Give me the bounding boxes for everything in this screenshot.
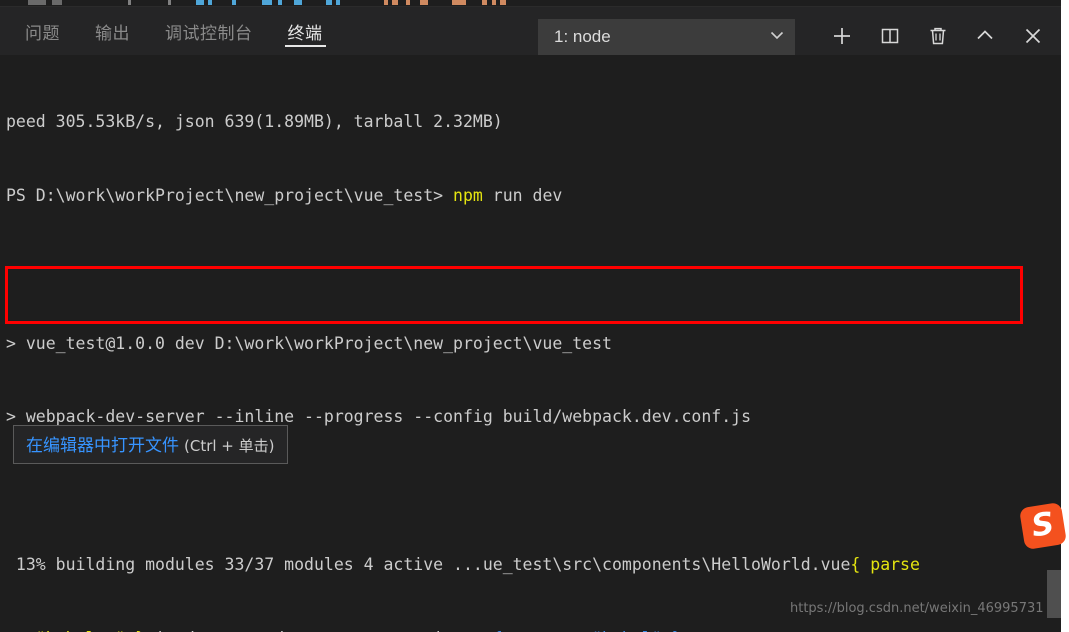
panel-tabs: 问题 输出 调试控制台 终端 — [0, 7, 347, 56]
terminal-line: 13% building modules 33/37 modules 4 act… — [6, 553, 1061, 578]
terminal-command-args: run dev — [482, 185, 563, 205]
close-icon — [1022, 25, 1044, 47]
tab-terminal-label: 终端 — [287, 24, 323, 43]
tab-terminal[interactable]: 终端 — [277, 7, 334, 56]
terminal-scrollbar-thumb[interactable] — [1047, 570, 1061, 618]
terminal-text: > webpack-dev-server --inline --progress… — [6, 407, 752, 427]
terminal-text: . — [682, 629, 692, 632]
sogou-logo-letter: S — [1028, 504, 1057, 545]
chevron-down-icon — [768, 26, 786, 49]
terminal-line: > vue_test@1.0.0 dev D:\work\workProject… — [6, 332, 1061, 357]
split-terminal-button[interactable] — [873, 19, 907, 53]
tab-debug-console[interactable]: 调试控制台 — [154, 7, 264, 56]
tab-output[interactable]: 输出 — [84, 7, 141, 56]
tooltip-link-text[interactable]: 在编辑器中打开文件 — [26, 431, 179, 456]
sogou-ime-widget[interactable]: S — [1018, 500, 1069, 552]
terminal-selector-dropdown[interactable]: 1: node — [538, 19, 795, 55]
terminal-text: > vue_test@1.0.0 dev D:\work\workProject… — [6, 333, 612, 353]
tab-problems-label: 问题 — [25, 24, 60, 43]
tab-problems[interactable]: 问题 — [14, 7, 71, 56]
collapse-panel-button[interactable] — [968, 19, 1002, 53]
terminal-text: is deprecated; we now treat it as — [145, 629, 493, 632]
terminal-text: 13% building modules 33/37 modules 4 act… — [6, 554, 851, 574]
terminal-line: PS D:\work\workProject\new_project\vue_t… — [6, 184, 1061, 209]
panel-header: 问题 输出 调试控制台 终端 1: node — [0, 6, 1069, 55]
trash-icon — [927, 25, 949, 47]
close-panel-button[interactable] — [1016, 19, 1050, 53]
chevron-up-icon — [974, 25, 996, 47]
open-file-tooltip: 在编辑器中打开文件 (Ctrl + 单击) — [13, 425, 288, 464]
terminal-line: r: "babylon" } is deprecated; we now tre… — [6, 627, 1061, 632]
terminal-selector-value: 1: node — [554, 27, 611, 46]
terminal-text-yellow: { parse — [850, 554, 920, 574]
tab-debug-console-label: 调试控制台 — [165, 24, 253, 43]
terminal-lines: peed 305.53kB/s, json 639(1.89MB), tarba… — [6, 61, 1061, 632]
kill-terminal-button[interactable] — [921, 19, 955, 53]
terminal-text-yellow: r: "babylon" } — [6, 629, 145, 632]
tab-output-label: 输出 — [95, 24, 130, 43]
terminal-line: peed 305.53kB/s, json 639(1.89MB), tarba… — [6, 110, 1061, 135]
sogou-logo-icon[interactable]: S — [1018, 501, 1068, 551]
new-terminal-button[interactable] — [825, 19, 859, 53]
terminal-text: peed 305.53kB/s, json 639(1.89MB), tarba… — [6, 112, 503, 132]
plus-icon — [830, 24, 854, 48]
split-panel-icon — [879, 25, 901, 47]
tooltip-hint-text: (Ctrl + 单击) — [184, 437, 275, 455]
terminal-text-blue: { parser: "babel" } — [493, 629, 682, 632]
vscode-panel-window: 问题 输出 调试控制台 终端 1: node peed 305.53kB/s, … — [0, 0, 1069, 632]
terminal-output-area[interactable]: peed 305.53kB/s, json 639(1.89MB), tarba… — [0, 55, 1061, 632]
terminal-command-highlight: npm — [453, 185, 483, 205]
terminal-prompt: PS D:\work\workProject\new_project\vue_t… — [6, 185, 454, 205]
